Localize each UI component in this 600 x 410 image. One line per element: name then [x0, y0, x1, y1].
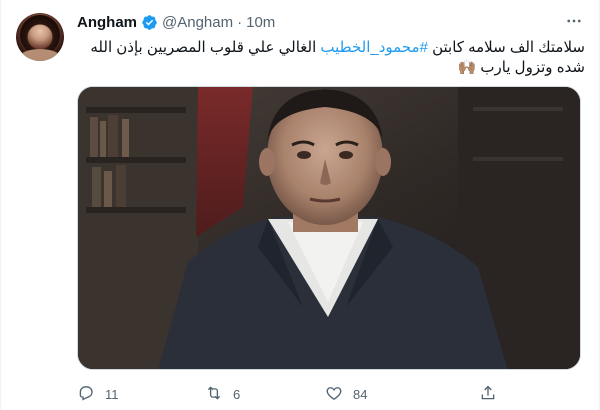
tweet-card[interactable]: Angham @Angham · 10m سلامتك الف سلامه كا… [0, 0, 600, 410]
tweet-timestamp[interactable]: 10m [246, 14, 275, 31]
reply-icon [77, 384, 95, 405]
header-separator: · [237, 13, 243, 31]
share-icon [479, 384, 497, 405]
tweet-text-pre: سلامتك الف سلامه كابتن [427, 39, 585, 56]
reply-button[interactable]: 11 [77, 380, 119, 408]
like-count: 84 [353, 386, 368, 402]
share-button[interactable] [479, 380, 497, 408]
retweet-icon [205, 384, 223, 405]
author-handle[interactable]: @Angham [162, 14, 233, 31]
like-button[interactable]: 84 [325, 380, 367, 408]
retweet-count: 6 [233, 386, 241, 402]
retweet-button[interactable]: 6 [205, 380, 240, 408]
author-name[interactable]: Angham [77, 14, 137, 31]
heart-icon [325, 384, 343, 405]
avatar[interactable] [16, 13, 64, 61]
avatar-shoulder [18, 49, 62, 61]
tweet-photo[interactable] [77, 86, 581, 370]
action-bar: 11 6 84 [71, 380, 511, 408]
more-icon[interactable] [563, 10, 585, 32]
tweet-text-line1: سلامتك الف سلامه كابتن #محمود_الخطيب الغ… [77, 38, 585, 58]
hashtag-link[interactable]: #محمود_الخطيب [320, 39, 427, 56]
reply-count: 11 [105, 386, 119, 402]
tweet-header: Angham @Angham · 10m [77, 12, 275, 32]
tweet-text: سلامتك الف سلامه كابتن #محمود_الخطيب الغ… [77, 38, 585, 78]
tweet-text-line2: شده وتزول يارب 🙌🏽 [457, 59, 585, 76]
tweet-text-post: الغالي علي قلوب المصريين بإذن الله [90, 39, 321, 56]
verified-badge-icon [141, 14, 158, 31]
